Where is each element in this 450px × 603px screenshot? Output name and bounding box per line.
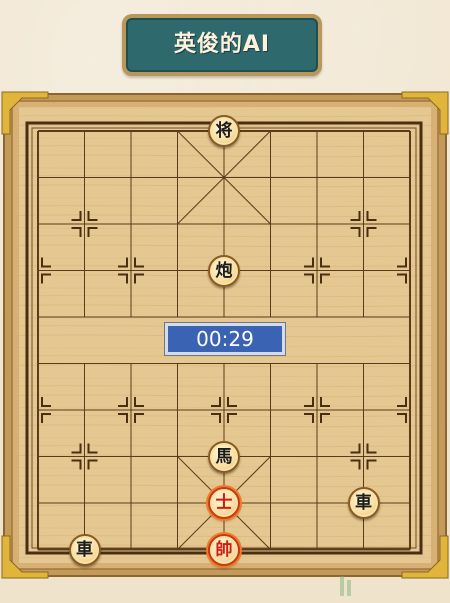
turn-timer: 00:29 bbox=[165, 323, 285, 355]
piece-black[interactable]: 炮 bbox=[208, 254, 240, 287]
page-title: 英俊的AI bbox=[173, 32, 271, 57]
piece-black[interactable]: 車 bbox=[68, 533, 101, 566]
title-banner-wrap: 英俊的AI bbox=[122, 14, 322, 76]
piece-red[interactable]: 士 bbox=[208, 487, 240, 519]
watermark bbox=[338, 574, 448, 600]
piece-black[interactable]: 車 bbox=[347, 487, 380, 519]
piece-red[interactable]: 帥 bbox=[208, 533, 240, 566]
game-screen: 英俊的AI 00:29 将炮馬車車士帥 bbox=[0, 0, 450, 603]
piece-black[interactable]: 将 bbox=[208, 115, 240, 147]
piece-black[interactable]: 馬 bbox=[208, 440, 240, 473]
watermark-logo-icon bbox=[340, 576, 351, 596]
